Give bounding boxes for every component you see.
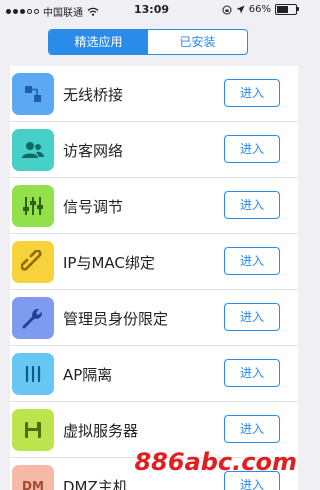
app-name: 访客网络: [63, 142, 124, 160]
tab-installed[interactable]: 已安装: [148, 30, 247, 54]
list-item-signal-adjust[interactable]: 信号调节 进入: [10, 178, 298, 234]
app-name: 无线桥接: [63, 86, 124, 104]
app-name: DMZ主机: [63, 478, 128, 490]
app-name: 虚拟服务器: [63, 422, 139, 440]
guest-network-icon: [12, 129, 54, 171]
battery-fill: [277, 6, 289, 13]
list-item-admin-restrict[interactable]: 管理员身份限定 进入: [10, 290, 298, 346]
battery-icon: [275, 4, 299, 15]
app-list: 无线桥接 进入 访客网络 进入 信号调节 进入 IP与MAC绑定 进入 管理员身…: [10, 66, 298, 490]
enter-button[interactable]: 进入: [224, 303, 280, 331]
dmz-host-icon: DM: [12, 465, 54, 490]
ap-isolation-icon: [12, 353, 54, 395]
status-bar: 中国联通 13:09 66%: [0, 0, 303, 20]
list-item-ap-isolation[interactable]: AP隔离 进入: [10, 346, 298, 402]
enter-button[interactable]: 进入: [224, 79, 280, 107]
location-icon: [236, 5, 245, 14]
app-name: AP隔离: [63, 366, 113, 384]
status-right: 66%: [222, 4, 299, 15]
orientation-lock-icon: [222, 5, 232, 14]
virtual-server-icon: [12, 409, 54, 451]
ip-mac-bind-icon: [12, 241, 54, 283]
dmz-icon-text: DM: [22, 479, 44, 490]
list-item-ip-mac-bind[interactable]: IP与MAC绑定 进入: [10, 234, 298, 290]
app-name: 信号调节: [63, 198, 124, 216]
segmented-tabs: 精选应用 已安装: [48, 29, 248, 55]
app-name: IP与MAC绑定: [63, 254, 155, 272]
watermark: 886abc.com: [134, 448, 297, 476]
list-item-guest-network[interactable]: 访客网络 进入: [10, 122, 298, 178]
app-name: 管理员身份限定: [63, 310, 169, 328]
admin-restrict-icon: [12, 297, 54, 339]
enter-button[interactable]: 进入: [224, 415, 280, 443]
enter-button[interactable]: 进入: [224, 191, 280, 219]
signal-adjust-icon: [12, 185, 54, 227]
wireless-bridge-icon: [12, 73, 54, 115]
enter-button[interactable]: 进入: [224, 135, 280, 163]
battery-percent: 66%: [248, 4, 271, 15]
enter-button[interactable]: 进入: [224, 359, 280, 387]
enter-button[interactable]: 进入: [224, 247, 280, 275]
tab-featured-apps[interactable]: 精选应用: [49, 30, 148, 54]
list-item-wireless-bridge[interactable]: 无线桥接 进入: [10, 66, 298, 122]
